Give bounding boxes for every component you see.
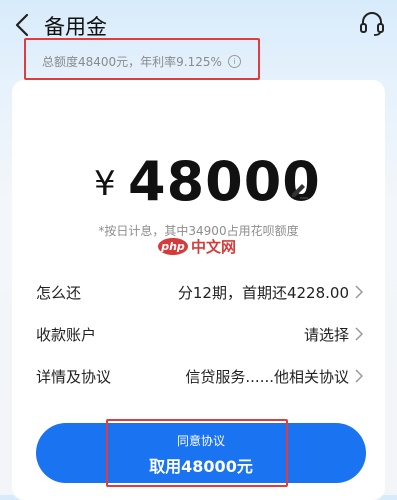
customer-service-button[interactable]: [359, 10, 385, 38]
currency-symbol: ¥: [94, 164, 116, 204]
watermark-text: 中文网: [191, 238, 237, 256]
row-value: 信贷服务......他相关协议: [185, 368, 349, 386]
row-details-agreements[interactable]: 详情及协议 信贷服务......他相关协议: [0, 358, 397, 394]
row-label: 怎么还: [36, 284, 82, 302]
watermark: php 中文网: [158, 236, 236, 257]
page-title: 备用金: [44, 15, 107, 39]
headset-icon: [360, 12, 384, 36]
info-icon[interactable]: i: [227, 54, 241, 68]
credit-limit-text: 总额度48400元，年利率9.125%: [42, 54, 222, 69]
chevron-right-icon: [355, 327, 363, 341]
row-repayment[interactable]: 怎么还 分12期，首期还4228.00: [0, 274, 397, 310]
row-value: 分12期，首期还4228.00: [177, 284, 349, 302]
chevron-left-icon: [15, 13, 29, 37]
row-value: 请选择: [303, 326, 349, 344]
borrow-label: 取用48000元: [149, 457, 253, 476]
chevron-right-icon: [355, 285, 363, 299]
back-button[interactable]: [10, 10, 36, 40]
agree-label: 同意协议: [176, 434, 225, 448]
row-receiving-account[interactable]: 收款账户 请选择: [0, 316, 397, 352]
watermark-logo: php: [158, 238, 188, 255]
credit-limit-info: 总额度48400元，年利率9.125% i: [24, 44, 260, 78]
pencil-icon[interactable]: [288, 180, 310, 202]
amount-display: ¥ 48000: [0, 150, 397, 216]
agree-and-borrow-button[interactable]: 同意协议 取用48000元: [36, 423, 366, 483]
chevron-right-icon: [355, 369, 363, 383]
row-label: 收款账户: [36, 326, 97, 344]
row-label: 详情及协议: [36, 368, 112, 386]
